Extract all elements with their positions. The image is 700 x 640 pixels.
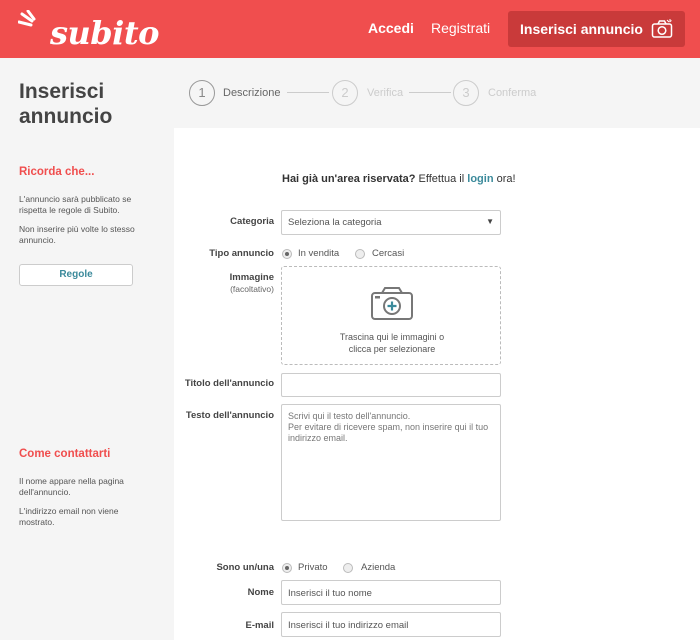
radio-cercasi[interactable] <box>355 249 365 259</box>
subito-logo[interactable]: subito <box>18 6 159 52</box>
radio-privato-label: Privato <box>298 562 328 573</box>
ad-text-placeholder-1: Scrivi qui il testo dell'annuncio. <box>288 411 411 421</box>
dropzone-text-2: clicca per selezionare <box>348 344 436 354</box>
ad-type-label: Tipo annuncio <box>209 248 274 259</box>
step-connector-1 <box>287 92 329 93</box>
step-3-label: Conferma <box>488 87 537 99</box>
login-prompt: Hai già un'area riservata? Effettua il l… <box>282 173 516 185</box>
contact-text-2: L'indirizzo email non viene mostrato. <box>19 506 119 527</box>
caret-down-icon: ▼ <box>486 217 494 226</box>
reminder-heading: Ricorda che... <box>19 166 95 178</box>
page-title: Inserisci annuncio <box>19 80 113 128</box>
radio-privato[interactable] <box>282 563 292 573</box>
radio-cercasi-label: Cercasi <box>372 248 405 259</box>
email-input[interactable]: Inserisci il tuo indirizzo email <box>281 612 501 637</box>
image-optional-label: (facoltativo) <box>230 284 274 294</box>
camera-icon <box>651 19 673 38</box>
radio-azienda[interactable] <box>343 563 353 573</box>
step-1-circle: 1 <box>189 80 215 106</box>
add-photo-icon <box>371 287 413 320</box>
radio-in-vendita[interactable] <box>282 249 292 259</box>
insert-ad-button[interactable]: Inserisci annuncio <box>508 11 685 47</box>
logo-rays-icon <box>18 10 36 27</box>
form-login-link[interactable]: login <box>467 173 493 185</box>
insert-ad-label: Inserisci annuncio <box>520 21 643 37</box>
step-connector-2 <box>409 92 451 93</box>
step-2-circle: 2 <box>332 80 358 106</box>
category-select-value: Seleziona la categoria <box>288 217 382 228</box>
register-link[interactable]: Registrati <box>431 20 490 36</box>
category-select[interactable]: Seleziona la categoria ▼ <box>281 210 501 235</box>
ad-text-placeholder-2: Per evitare di ricevere spam, non inseri… <box>288 422 489 443</box>
contact-text-1: Il nome appare nella pagina dell'annunci… <box>19 476 124 497</box>
dropzone-text-1: Trascina qui le immagini o <box>339 332 445 342</box>
login-post: ora! <box>496 173 516 185</box>
radio-azienda-label: Azienda <box>361 562 396 573</box>
title-label: Titolo dell'annuncio <box>184 378 274 389</box>
radio-in-vendita-label: In vendita <box>298 248 340 259</box>
image-label: Immagine <box>229 272 274 283</box>
seller-type-label: Sono un/una <box>216 562 274 573</box>
logo-text: subito <box>50 14 159 52</box>
category-label: Categoria <box>230 216 274 227</box>
text-label: Testo dell'annuncio <box>185 410 274 421</box>
contact-heading: Come contattarti <box>19 448 111 460</box>
step-3-circle: 3 <box>453 80 479 106</box>
reminder-text-1: L'annuncio sarà pubblicato se rispetta l… <box>19 194 132 215</box>
step-2-label: Verifica <box>367 87 404 99</box>
top-header: subito Accedi Registrati Inserisci annun… <box>0 0 700 58</box>
login-link[interactable]: Accedi <box>368 20 414 36</box>
name-input[interactable]: Inserisci il tuo nome <box>281 580 501 605</box>
login-pre: Effettua il <box>418 173 465 185</box>
rules-button[interactable]: Regole <box>19 264 133 286</box>
name-label: Nome <box>247 587 274 598</box>
image-dropzone[interactable]: Trascina qui le immagini o clicca per se… <box>281 266 501 365</box>
title-input[interactable] <box>281 373 501 397</box>
login-question: Hai già un'area riservata? <box>282 173 416 185</box>
email-label: E-mail <box>245 620 274 631</box>
step-1-label: Descrizione <box>223 87 281 99</box>
reminder-text-2: Non inserire più volte lo stesso annunci… <box>19 224 135 245</box>
ad-text-area[interactable]: Scrivi qui il testo dell'annuncio. Per e… <box>281 404 501 521</box>
